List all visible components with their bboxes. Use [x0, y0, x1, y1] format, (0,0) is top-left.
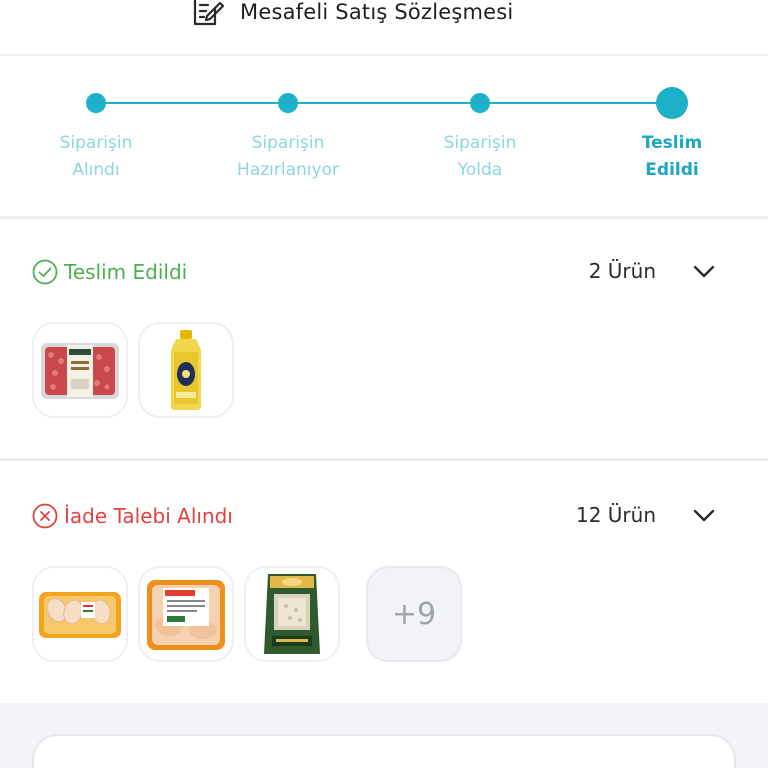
chicken-drumsticks-tray-icon — [39, 592, 121, 638]
step-label-line1: Teslim — [641, 133, 703, 153]
chevron-down-icon[interactable] — [690, 258, 718, 286]
step-label-received: Siparişin Alındı — [16, 130, 176, 184]
step-label-preparing: Siparişin Hazırlanıyor — [208, 130, 368, 184]
product-thumbnail-sunflower-oil[interactable] — [138, 322, 234, 418]
return-request-section: İade Talebi Alındı 12 Ürün +9 — [0, 461, 768, 700]
more-products-button[interactable]: +9 — [366, 566, 462, 662]
check-circle-icon — [32, 259, 58, 285]
product-thumbnail-chicken-drumsticks[interactable] — [32, 566, 128, 662]
step-label-line2: Hazırlanıyor — [237, 160, 339, 180]
order-progress-stepper: Siparişin Alındı Siparişin Hazırlanıyor … — [0, 58, 768, 216]
progress-track — [96, 102, 672, 104]
header-title: Mesafeli Satış Sözleşmesi — [240, 0, 514, 24]
distance-sales-contract-link[interactable]: Mesafeli Satış Sözleşmesi — [190, 0, 513, 30]
step-dot-on-the-way — [470, 93, 490, 113]
delivered-status-text: Teslim Edildi — [64, 260, 188, 284]
step-label-delivered: Teslim Edildi — [592, 130, 752, 184]
return-status: İade Talebi Alındı — [32, 501, 233, 531]
step-dot-delivered — [656, 87, 688, 119]
chicken-pieces-tray-icon — [147, 580, 225, 650]
step-label-line1: Siparişin — [251, 133, 325, 153]
return-item-count: 12 Ürün — [575, 503, 656, 527]
product-thumbnail-minced-meat[interactable] — [32, 322, 128, 418]
sunflower-oil-bottle-icon — [171, 330, 201, 410]
delivered-item-count: 2 Ürün — [588, 259, 656, 283]
product-thumbnail-rice[interactable] — [244, 566, 340, 662]
contract-icon — [193, 0, 225, 26]
step-label-line2: Yolda — [457, 160, 503, 180]
step-label-line1: Siparişin — [443, 133, 517, 153]
delivered-package-section: Teslim Edildi 2 Ürün — [0, 219, 768, 458]
chevron-down-icon[interactable] — [690, 502, 718, 530]
step-label-line1: Siparişin — [59, 133, 133, 153]
x-circle-icon — [32, 503, 58, 529]
delivered-status: Teslim Edildi — [32, 257, 187, 287]
product-thumbnail-chicken-pieces[interactable] — [138, 566, 234, 662]
rice-bag-icon — [264, 574, 320, 654]
step-dot-received — [86, 93, 106, 113]
return-status-text: İade Talebi Alındı — [64, 504, 233, 528]
step-dot-preparing — [278, 93, 298, 113]
step-label-line2: Edildi — [645, 160, 699, 180]
bottom-info-card — [32, 734, 736, 768]
step-label-on-the-way: Siparişin Yolda — [400, 130, 560, 184]
header-bar: Mesafeli Satış Sözleşmesi — [0, 0, 768, 56]
step-label-line2: Alındı — [72, 160, 120, 180]
minced-meat-package-icon — [41, 343, 119, 399]
